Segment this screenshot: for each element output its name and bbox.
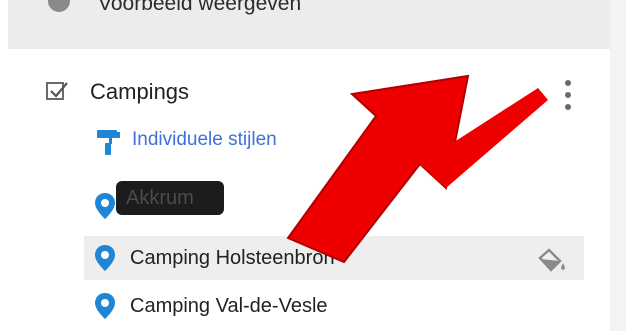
- layer-header-campings: Campings: [0, 72, 610, 118]
- preview-row[interactable]: Voorbeeld weergeven: [8, 0, 610, 49]
- preview-icon: [48, 0, 70, 12]
- map-pin-icon: [95, 245, 115, 271]
- map-pin-icon: [95, 293, 115, 319]
- individual-styles-label: Individuele stijlen: [132, 129, 277, 150]
- feature-label: Camping Val-de-Vesle: [130, 295, 328, 317]
- feature-label: Akkrum: [126, 187, 194, 209]
- paint-bucket-icon[interactable]: [536, 248, 568, 274]
- layer-checkbox[interactable]: [46, 82, 68, 100]
- checkbox-icon: [50, 82, 68, 98]
- map-pin-icon: [95, 193, 115, 219]
- preview-label: Voorbeeld weergeven: [98, 0, 302, 15]
- paint-roller-icon: [97, 130, 120, 155]
- right-edge-strip: [610, 0, 626, 331]
- feature-item[interactable]: Camping Val-de-Vesle: [84, 284, 584, 328]
- layers-panel: Voorbeeld weergeven Campings Individuele…: [0, 0, 610, 331]
- more-vert-icon[interactable]: [560, 78, 576, 112]
- layer-title: Campings: [90, 79, 190, 104]
- feature-label: Camping Holsteenbron: [130, 247, 335, 269]
- feature-item-selected[interactable]: Camping Holsteenbron: [84, 236, 584, 280]
